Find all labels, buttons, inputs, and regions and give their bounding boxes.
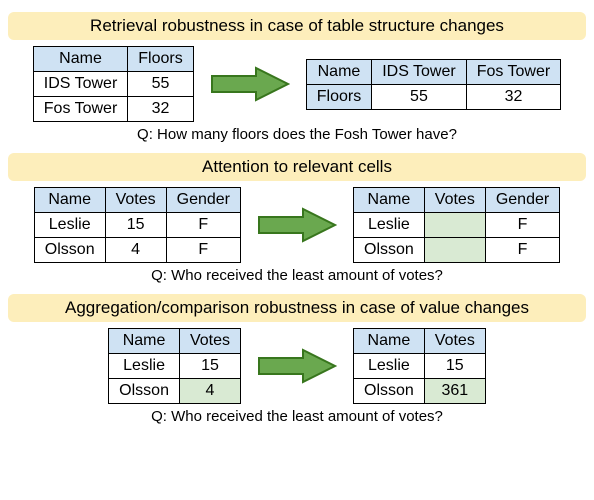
th: Votes xyxy=(179,329,240,354)
td: Olsson xyxy=(34,238,105,263)
section-title-3: Aggregation/comparison robustness in cas… xyxy=(8,294,586,322)
th: Gender xyxy=(166,188,240,213)
td: F xyxy=(166,238,240,263)
section-title-2: Attention to relevant cells xyxy=(8,153,586,181)
section-body-1: Name Floors IDS Tower 55 Fos Tower 32 Na… xyxy=(8,46,586,122)
th: Name xyxy=(306,59,371,84)
td: 4 xyxy=(105,238,166,263)
th: Gender xyxy=(485,188,559,213)
th: Name xyxy=(354,188,425,213)
question-1: Q: How many floors does the Fosh Tower h… xyxy=(8,126,586,143)
th: Name xyxy=(354,329,425,354)
right-table-1: Name IDS Tower Fos Tower Floors 55 32 xyxy=(306,59,561,110)
td: Leslie xyxy=(34,213,105,238)
td: IDS Tower xyxy=(33,72,128,97)
th: Floors xyxy=(128,47,193,72)
td: 32 xyxy=(466,84,561,109)
question-3: Q: Who received the least amount of vote… xyxy=(8,408,586,425)
th: Name xyxy=(109,329,180,354)
section-title-1: Retrieval robustness in case of table st… xyxy=(8,12,586,40)
section-body-3: Name Votes Leslie 15 Olsson 4 Name Votes… xyxy=(8,328,586,404)
td: 15 xyxy=(105,213,166,238)
th: Votes xyxy=(424,329,485,354)
td: 55 xyxy=(372,84,467,109)
arrow-icon xyxy=(257,346,337,386)
th: IDS Tower xyxy=(372,59,467,84)
th: Name xyxy=(34,188,105,213)
td: Leslie xyxy=(354,354,425,379)
td: Leslie xyxy=(354,213,425,238)
td: Olsson xyxy=(354,379,425,404)
right-table-2: Name Votes Gender Leslie F Olsson F xyxy=(353,187,560,263)
left-table-3: Name Votes Leslie 15 Olsson 4 xyxy=(108,328,241,404)
th: Name xyxy=(33,47,128,72)
td: Olsson xyxy=(354,238,425,263)
td: Fos Tower xyxy=(33,97,128,122)
td: 361 xyxy=(424,379,485,404)
td: F xyxy=(485,238,559,263)
td: Olsson xyxy=(109,379,180,404)
td: Leslie xyxy=(109,354,180,379)
th-row: Floors xyxy=(306,84,371,109)
arrow-icon xyxy=(257,205,337,245)
left-table-1: Name Floors IDS Tower 55 Fos Tower 32 xyxy=(33,46,194,122)
td: 55 xyxy=(128,72,193,97)
td: 15 xyxy=(179,354,240,379)
right-table-3: Name Votes Leslie 15 Olsson 361 xyxy=(353,328,486,404)
th: Votes xyxy=(105,188,166,213)
td: F xyxy=(166,213,240,238)
td: 4 xyxy=(179,379,240,404)
th: Votes xyxy=(424,188,485,213)
td: F xyxy=(485,213,559,238)
td xyxy=(424,213,485,238)
question-2: Q: Who received the least amount of vote… xyxy=(8,267,586,284)
td xyxy=(424,238,485,263)
left-table-2: Name Votes Gender Leslie 15 F Olsson 4 F xyxy=(34,187,241,263)
td: 15 xyxy=(424,354,485,379)
th: Fos Tower xyxy=(466,59,561,84)
arrow-icon xyxy=(210,64,290,104)
section-body-2: Name Votes Gender Leslie 15 F Olsson 4 F… xyxy=(8,187,586,263)
td: 32 xyxy=(128,97,193,122)
